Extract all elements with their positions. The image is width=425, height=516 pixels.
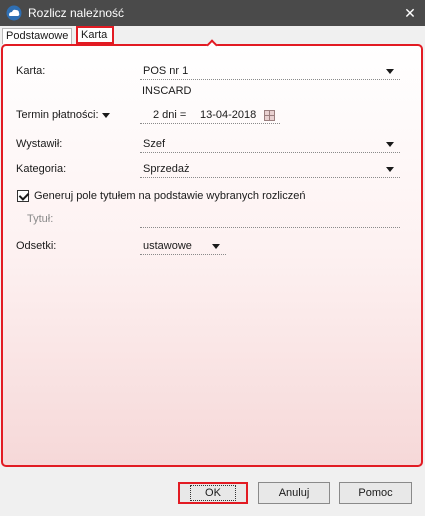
help-button[interactable]: Pomoc <box>339 482 412 504</box>
odsetki-dropdown[interactable]: ustawowe <box>140 239 226 255</box>
odsetki-label: Odsetki: <box>16 240 57 252</box>
termin-date: 13-04-2018 <box>200 109 257 121</box>
chevron-down-icon <box>101 112 110 118</box>
close-button[interactable]: ✕ <box>395 0 425 26</box>
generuj-checkbox[interactable] <box>17 190 29 202</box>
ok-button[interactable]: OK <box>178 482 248 504</box>
kategoria-value: Sprzedaż <box>143 163 190 175</box>
window-title: Rozlicz należność <box>28 6 125 20</box>
odsetki-value: ustawowe <box>143 240 192 252</box>
calendar-icon[interactable] <box>264 110 275 121</box>
kategoria-label: Kategoria: <box>16 163 67 175</box>
termin-days: 2 dni = <box>153 109 187 121</box>
tab-podstawowe[interactable]: Podstawowe <box>2 28 72 44</box>
generuj-label[interactable]: Generuj pole tytułem na podstawie wybran… <box>34 190 305 202</box>
termin-label-text: Termin płatności: <box>16 109 99 121</box>
chevron-down-icon <box>212 244 220 249</box>
wystawil-label: Wystawił: <box>16 138 63 150</box>
tytul-input[interactable] <box>140 212 400 228</box>
wystawil-dropdown[interactable]: Szef <box>140 137 400 153</box>
kategoria-dropdown[interactable]: Sprzedaż <box>140 162 400 178</box>
tytul-label: Tytuł: <box>27 213 54 225</box>
karta-value: POS nr 1 <box>143 65 189 77</box>
termin-field[interactable]: 2 dni = 13-04-2018 <box>140 108 280 124</box>
dialog-window: Rozlicz należność ✕ Podstawowe Karta Kar… <box>0 0 425 516</box>
karta-dropdown[interactable]: POS nr 1 <box>140 64 400 80</box>
tab-panel-karta: Karta: POS nr 1 INSCARD Termin płatności… <box>1 39 423 467</box>
app-icon <box>6 5 22 21</box>
wystawil-value: Szef <box>143 138 166 150</box>
chevron-down-icon <box>386 142 394 147</box>
chevron-down-icon <box>386 69 394 74</box>
title-bar: Rozlicz należność ✕ <box>0 0 425 26</box>
tab-karta[interactable]: Karta <box>76 26 114 44</box>
termin-label[interactable]: Termin płatności: <box>16 109 110 121</box>
karta-sub-value: INSCARD <box>142 85 192 97</box>
ok-button-label: OK <box>190 485 236 501</box>
cancel-button[interactable]: Anuluj <box>258 482 330 504</box>
chevron-down-icon <box>386 167 394 172</box>
close-icon: ✕ <box>404 5 416 21</box>
karta-label: Karta: <box>16 65 46 77</box>
